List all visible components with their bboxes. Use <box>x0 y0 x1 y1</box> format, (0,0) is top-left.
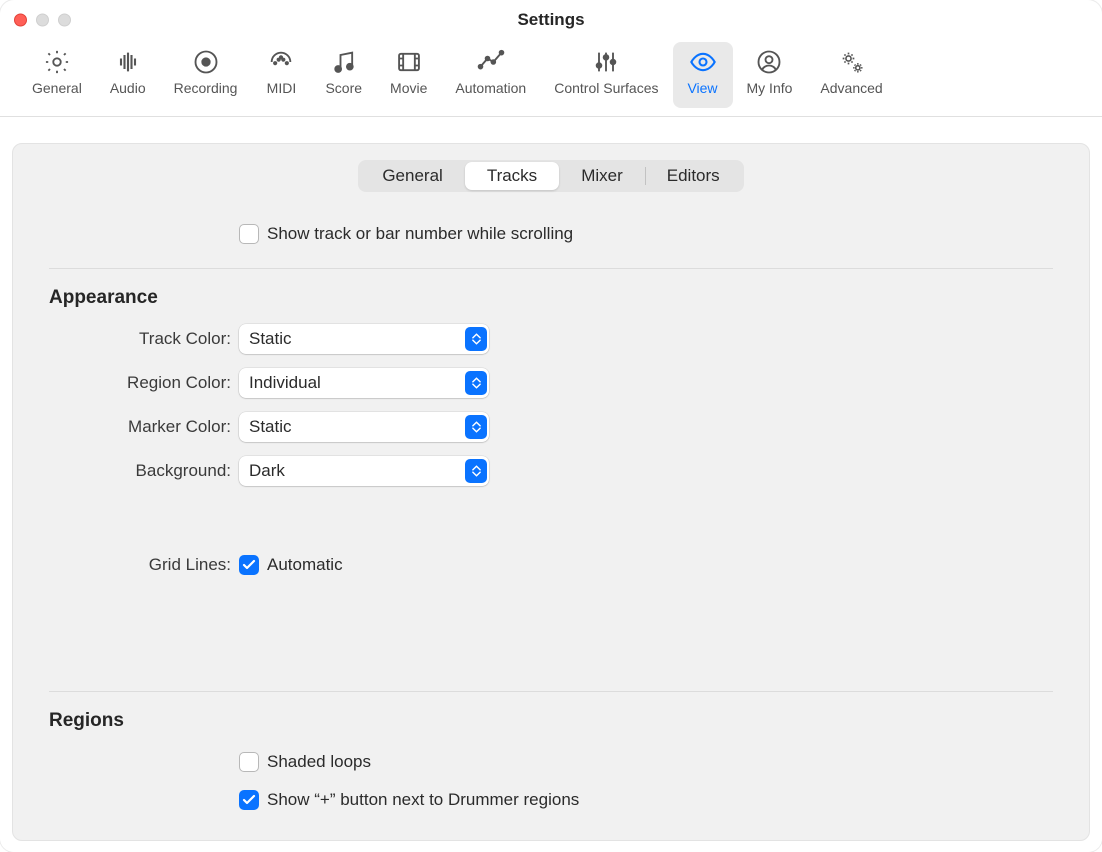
gears-icon <box>836 46 868 78</box>
person-icon <box>753 46 785 78</box>
preferences-toolbar: General Audio Recording MIDI Score <box>0 40 1102 117</box>
tracks-panel: General Tracks Mixer Editors Show track … <box>12 143 1090 841</box>
settings-window: Settings General Audio Recording MI <box>0 0 1102 852</box>
marker-color-value: Static <box>249 417 292 437</box>
show-track-number-checkbox[interactable] <box>239 224 259 244</box>
background-row: Background: Dark <box>49 455 1053 487</box>
background-value: Dark <box>249 461 285 481</box>
appearance-title: Appearance <box>49 287 1053 309</box>
tab-movie[interactable]: Movie <box>376 42 441 108</box>
updown-icon <box>465 327 487 351</box>
shaded-loops-label: Shaded loops <box>267 752 371 772</box>
tab-label: Audio <box>110 80 146 96</box>
scrolling-row: Show track or bar number while scrolling <box>49 218 1053 250</box>
grid-lines-value: Automatic <box>267 555 343 575</box>
separator <box>49 268 1053 269</box>
background-label: Background: <box>49 461 239 481</box>
sliders-icon <box>590 46 622 78</box>
tab-label: General <box>32 80 82 96</box>
region-color-label: Region Color: <box>49 373 239 393</box>
tab-label: My Info <box>747 80 793 96</box>
sub-tab-bar: General Tracks Mixer Editors <box>49 160 1053 192</box>
tab-control-surfaces[interactable]: Control Surfaces <box>540 42 672 108</box>
eye-icon <box>687 46 719 78</box>
separator <box>49 691 1053 692</box>
tab-label: Control Surfaces <box>554 80 658 96</box>
show-plus-drummer-checkbox[interactable] <box>239 790 259 810</box>
marker-color-label: Marker Color: <box>49 417 239 437</box>
track-color-select[interactable]: Static <box>239 324 489 354</box>
grid-lines-checkbox[interactable] <box>239 555 259 575</box>
region-color-value: Individual <box>249 373 321 393</box>
close-icon[interactable] <box>14 14 27 27</box>
music-note-icon <box>328 46 360 78</box>
marker-color-row: Marker Color: Static <box>49 411 1053 443</box>
updown-icon <box>465 415 487 439</box>
spacer <box>49 499 1053 549</box>
minimize-icon[interactable] <box>36 14 49 27</box>
show-track-number-label: Show track or bar number while scrolling <box>267 224 573 244</box>
show-plus-drummer-row: Show “+” button next to Drummer regions <box>49 784 1053 816</box>
updown-icon <box>465 459 487 483</box>
record-icon <box>190 46 222 78</box>
tab-automation[interactable]: Automation <box>441 42 540 108</box>
updown-icon <box>465 371 487 395</box>
show-plus-drummer-label: Show “+” button next to Drummer regions <box>267 790 579 810</box>
grid-lines-label: Grid Lines: <box>49 555 239 575</box>
subtab-mixer[interactable]: Mixer <box>559 162 645 190</box>
segmented-control: General Tracks Mixer Editors <box>358 160 743 192</box>
window-title: Settings <box>517 10 584 30</box>
automation-icon <box>475 46 507 78</box>
tab-label: Automation <box>455 80 526 96</box>
marker-color-select[interactable]: Static <box>239 412 489 442</box>
tab-recording[interactable]: Recording <box>160 42 252 108</box>
subtab-editors[interactable]: Editors <box>645 162 742 190</box>
tab-advanced[interactable]: Advanced <box>806 42 896 108</box>
shaded-loops-checkbox[interactable] <box>239 752 259 772</box>
tab-my-info[interactable]: My Info <box>733 42 807 108</box>
zoom-icon[interactable] <box>58 14 71 27</box>
region-color-row: Region Color: Individual <box>49 367 1053 399</box>
shaded-loops-row: Shaded loops <box>49 746 1053 778</box>
tab-label: Recording <box>174 80 238 96</box>
tab-score[interactable]: Score <box>311 42 376 108</box>
titlebar: Settings <box>0 0 1102 40</box>
content-area: General Tracks Mixer Editors Show track … <box>0 117 1102 852</box>
window-controls <box>14 14 71 27</box>
tab-audio[interactable]: Audio <box>96 42 160 108</box>
regions-title: Regions <box>49 710 1053 732</box>
tab-label: MIDI <box>267 80 297 96</box>
tab-view[interactable]: View <box>673 42 733 108</box>
tab-label: Advanced <box>820 80 882 96</box>
track-color-label: Track Color: <box>49 329 239 349</box>
background-select[interactable]: Dark <box>239 456 489 486</box>
tab-midi[interactable]: MIDI <box>251 42 311 108</box>
subtab-tracks[interactable]: Tracks <box>465 162 559 190</box>
track-color-value: Static <box>249 329 292 349</box>
film-icon <box>393 46 425 78</box>
midi-icon <box>265 46 297 78</box>
tab-general[interactable]: General <box>18 42 96 108</box>
waveform-icon <box>112 46 144 78</box>
subtab-general[interactable]: General <box>360 162 464 190</box>
tab-label: View <box>687 80 717 96</box>
spacer <box>49 593 1053 673</box>
track-color-row: Track Color: Static <box>49 323 1053 355</box>
region-color-select[interactable]: Individual <box>239 368 489 398</box>
tab-label: Movie <box>390 80 427 96</box>
gear-icon <box>41 46 73 78</box>
tab-label: Score <box>325 80 362 96</box>
grid-lines-row: Grid Lines: Automatic <box>49 549 1053 581</box>
